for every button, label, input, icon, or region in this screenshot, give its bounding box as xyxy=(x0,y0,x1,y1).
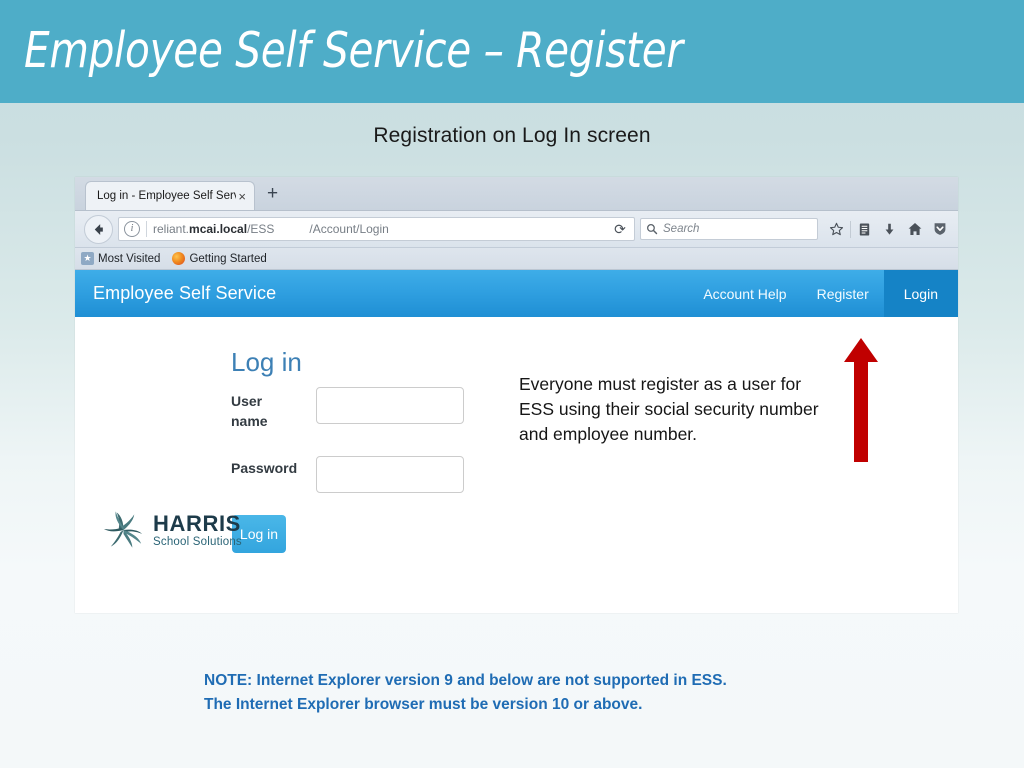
site-info-icon[interactable]: i xyxy=(124,221,140,237)
red-arrow-up-icon xyxy=(841,336,881,464)
bookmark-star-icon[interactable] xyxy=(824,222,849,237)
browser-search-box[interactable]: Search xyxy=(640,218,818,240)
harris-pinwheel-icon xyxy=(103,511,143,548)
search-icon xyxy=(647,224,658,235)
browser-tab-strip: Log in - Employee Self Service × + xyxy=(75,177,958,211)
login-heading: Log in xyxy=(231,347,302,377)
browser-action-icons xyxy=(824,220,952,238)
home-icon[interactable] xyxy=(902,221,927,237)
bookmark-most-visited[interactable]: ★ Most Visited xyxy=(81,252,160,265)
nav-item-account-help[interactable]: Account Help xyxy=(688,270,801,317)
firefox-icon xyxy=(172,252,186,265)
username-label: User name xyxy=(231,393,268,430)
browser-tab[interactable]: Log in - Employee Self Service × xyxy=(85,181,255,210)
footer-note: NOTE: Internet Explorer version 9 and be… xyxy=(204,672,727,714)
reading-list-icon[interactable] xyxy=(852,222,877,237)
icon-divider xyxy=(850,220,851,238)
harris-name: HARRIS xyxy=(153,511,241,537)
nav-item-login[interactable]: Login xyxy=(883,270,958,317)
bookmark-label: Getting Started xyxy=(189,252,267,265)
reload-icon[interactable]: ⟳ xyxy=(609,221,631,238)
downloads-icon[interactable] xyxy=(877,222,902,237)
address-divider xyxy=(146,221,147,237)
slide-title-banner: Employee Self Service – Register xyxy=(0,0,1024,103)
bookmark-label: Most Visited xyxy=(98,252,161,265)
slide-subtitle: Registration on Log In screen xyxy=(373,124,651,147)
bookmark-getting-started[interactable]: Getting Started xyxy=(172,252,267,265)
close-icon[interactable]: × xyxy=(236,190,248,203)
back-icon[interactable] xyxy=(84,214,113,244)
bookmarks-bar: ★ Most Visited Getting Started xyxy=(75,248,958,270)
harris-tagline: School Solutions xyxy=(153,536,242,549)
page-title: Employee Self Service – Register xyxy=(24,22,683,79)
new-tab-icon[interactable]: + xyxy=(267,184,278,203)
address-bar-url: reliant.mcai.local/ESS xyxy=(153,222,275,236)
nav-item-register[interactable]: Register xyxy=(802,270,884,317)
ess-navbar: Employee Self Service Account Help Regis… xyxy=(75,270,958,317)
callout-text: Everyone must register as a user for ESS… xyxy=(519,374,819,444)
password-input[interactable] xyxy=(316,456,464,493)
password-label: Password xyxy=(231,460,298,476)
search-input[interactable]: Search xyxy=(663,223,699,235)
browser-tab-title: Log in - Employee Self Service xyxy=(97,190,236,202)
browser-toolbar: i reliant.mcai.local/ESS /Account/Login … xyxy=(75,211,958,248)
username-input[interactable] xyxy=(316,387,464,424)
bookmark-icon: ★ xyxy=(81,252,94,265)
sync-shield-icon[interactable] xyxy=(927,221,952,237)
harris-logo: HARRIS School Solutions xyxy=(100,509,242,553)
ess-nav-links: Account Help Register Login xyxy=(688,270,958,317)
ess-brand[interactable]: Employee Self Service xyxy=(93,283,276,304)
address-bar[interactable]: i reliant.mcai.local/ESS /Account/Login … xyxy=(118,217,635,241)
harris-wordmark: HARRIS School Solutions xyxy=(153,513,242,549)
ess-page-body: Log in User name Password Log in HARRIS … xyxy=(75,317,958,607)
address-bar-path: /Account/Login xyxy=(309,222,389,236)
